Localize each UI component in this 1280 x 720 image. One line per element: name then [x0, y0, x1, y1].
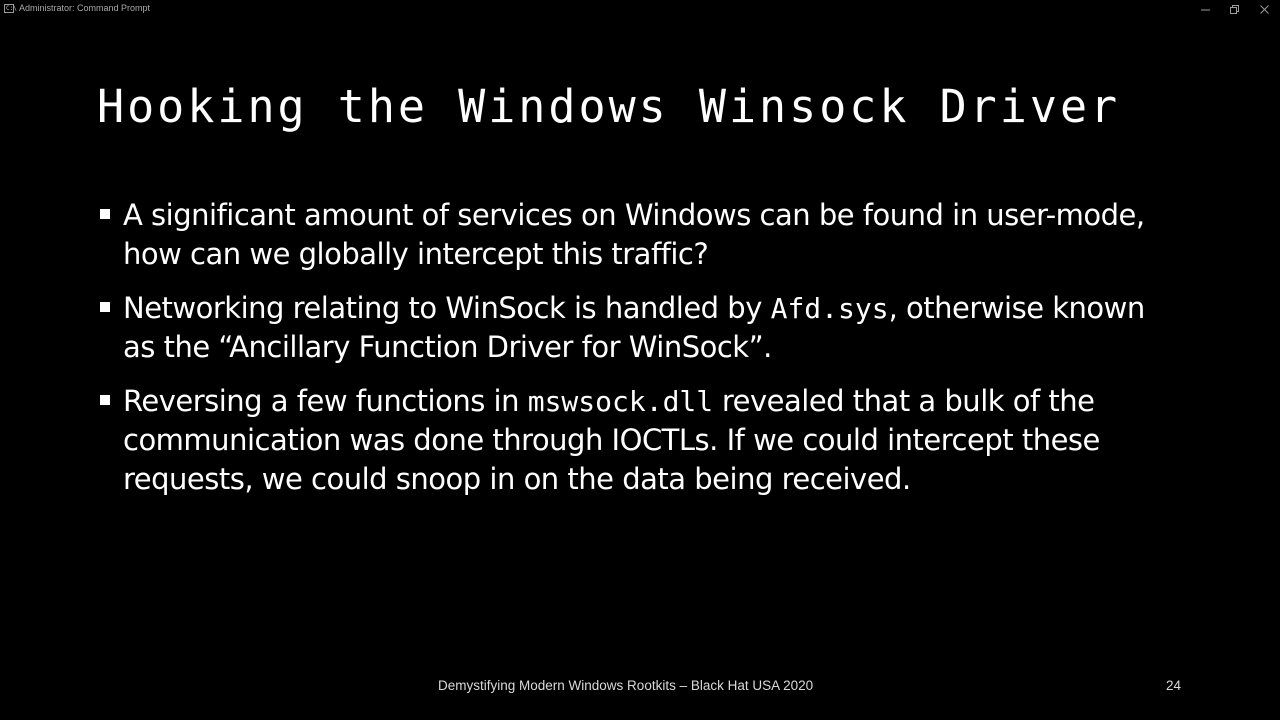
bullet-list: A significant amount of services on Wind…: [100, 196, 1160, 514]
square-bullet-icon: [100, 302, 110, 312]
close-icon: [1259, 4, 1269, 14]
square-bullet-icon: [100, 209, 110, 219]
window-title: Administrator: Command Prompt: [19, 3, 151, 13]
bullet-text: A significant amount of services on Wind…: [123, 198, 1145, 271]
bullet-text: Networking relating to WinSock is handle…: [123, 291, 1145, 364]
code-text: mswsock.dll: [527, 385, 714, 418]
square-bullet-icon: [100, 395, 110, 405]
bullet-item: Reversing a few functions in mswsock.dll…: [100, 382, 1160, 499]
slide-title: Hooking the Windows Winsock Driver: [97, 80, 1121, 133]
restore-button[interactable]: [1219, 0, 1249, 18]
presentation-slide: Hooking the Windows Winsock Driver A sig…: [0, 18, 1280, 720]
bullet-item: A significant amount of services on Wind…: [100, 196, 1160, 274]
bullet-text-run: A significant amount of services on Wind…: [123, 198, 1145, 271]
bullet-text-run: Reversing a few functions in: [123, 384, 528, 418]
restore-icon: [1229, 4, 1239, 14]
slide-footer: Demystifying Modern Windows Rootkits – B…: [438, 678, 814, 693]
code-text: Afd.sys: [770, 292, 889, 325]
slide-page-number: 24: [1166, 678, 1182, 693]
command-prompt-icon: C:\: [4, 4, 17, 13]
minimize-button[interactable]: [1190, 0, 1220, 18]
close-button[interactable]: [1249, 0, 1279, 18]
minimize-icon: [1200, 9, 1210, 10]
bullet-item: Networking relating to WinSock is handle…: [100, 289, 1160, 367]
bullet-text: Reversing a few functions in mswsock.dll…: [123, 384, 1100, 496]
bullet-text-run: Networking relating to WinSock is handle…: [123, 291, 771, 325]
window-titlebar[interactable]: C:\ Administrator: Command Prompt: [0, 0, 1280, 18]
